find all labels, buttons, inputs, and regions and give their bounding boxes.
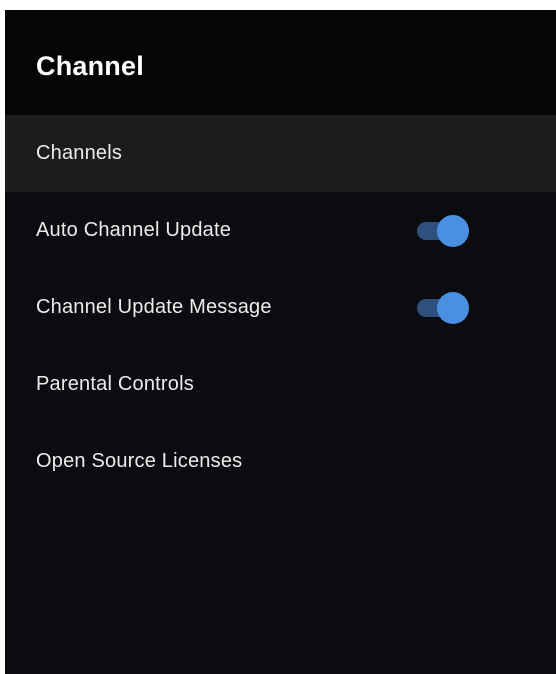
menu-item-open-source-licenses[interactable]: Open Source Licenses xyxy=(5,423,556,500)
menu-item-label: Auto Channel Update xyxy=(36,219,232,241)
settings-list: Channels Auto Channel Update Channel Upd… xyxy=(5,115,556,500)
toggle-thumb xyxy=(437,291,469,324)
settings-panel: Channel Channels Auto Channel Update Cha… xyxy=(5,10,556,674)
page-title: Channel xyxy=(36,51,144,81)
menu-item-label: Parental Controls xyxy=(36,373,194,395)
panel-header: Channel xyxy=(5,10,556,115)
menu-item-parental-controls[interactable]: Parental Controls xyxy=(5,346,556,423)
auto-channel-update-toggle[interactable] xyxy=(417,214,469,247)
menu-item-label: Open Source Licenses xyxy=(36,450,243,472)
menu-item-channel-update-message[interactable]: Channel Update Message xyxy=(5,269,556,346)
channel-update-message-toggle[interactable] xyxy=(417,291,469,324)
menu-item-label: Channel Update Message xyxy=(36,296,272,318)
menu-item-auto-channel-update[interactable]: Auto Channel Update xyxy=(5,192,556,269)
menu-item-label: Channels xyxy=(36,142,123,164)
menu-item-channels[interactable]: Channels xyxy=(5,115,556,192)
toggle-thumb xyxy=(437,214,469,247)
